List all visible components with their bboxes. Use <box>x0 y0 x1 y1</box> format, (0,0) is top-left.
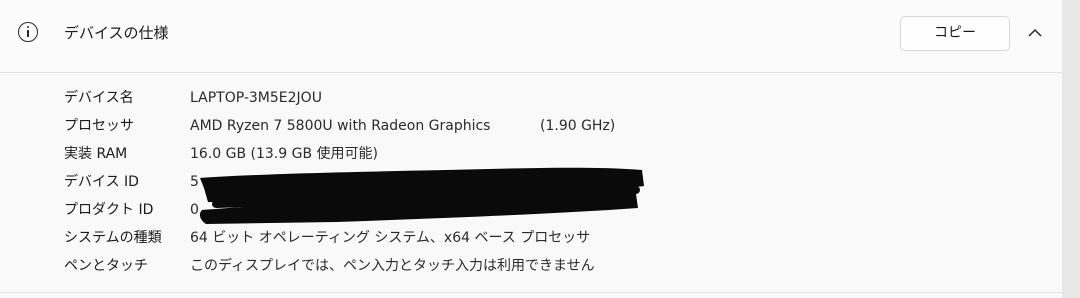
spec-label: プロセッサ <box>64 118 134 134</box>
spec-row-device-name: デバイス名 LAPTOP-3M5E2JOU <box>0 84 1062 112</box>
spec-value: 64 ビット オペレーティング システム、x64 ベース プロセッサ <box>190 230 591 246</box>
spec-value: LAPTOP-3M5E2JOU <box>190 90 322 106</box>
info-icon <box>18 22 38 42</box>
device-specs-header[interactable]: デバイスの仕様 コピー <box>0 0 1062 73</box>
spec-row-pen-touch: ペンとタッチ このディスプレイでは、ペン入力とタッチ入力は利用できません <box>0 252 1062 280</box>
copy-button[interactable]: コピー <box>900 16 1010 51</box>
spec-value-clock: (1.90 GHz) <box>540 118 616 134</box>
spec-label: プロダクト ID <box>64 202 154 218</box>
spec-label: ペンとタッチ <box>64 258 148 274</box>
redaction-scribble <box>199 167 645 224</box>
spec-label: システムの種類 <box>64 230 162 246</box>
spec-value: AMD Ryzen 7 5800U with Radeon Graphics <box>190 118 491 134</box>
spec-row-processor: プロセッサ AMD Ryzen 7 5800U with Radeon Grap… <box>0 112 1062 140</box>
spec-label: デバイス ID <box>64 174 139 190</box>
spec-row-system-type: システムの種類 64 ビット オペレーティング システム、x64 ベース プロセ… <box>0 224 1062 252</box>
spec-label: 実装 RAM <box>64 146 128 162</box>
spec-value: このディスプレイでは、ペン入力とタッチ入力は利用できません <box>190 258 595 274</box>
device-specs-panel: デバイスの仕様 コピー デバイス名 LAPTOP-3M5E2JOU プロセッサ … <box>0 0 1062 298</box>
scrollbar-track[interactable] <box>1062 0 1080 298</box>
divider <box>0 292 1062 293</box>
chevron-up-icon[interactable] <box>1026 26 1044 40</box>
spec-label: デバイス名 <box>64 90 134 106</box>
section-title: デバイスの仕様 <box>64 24 169 42</box>
